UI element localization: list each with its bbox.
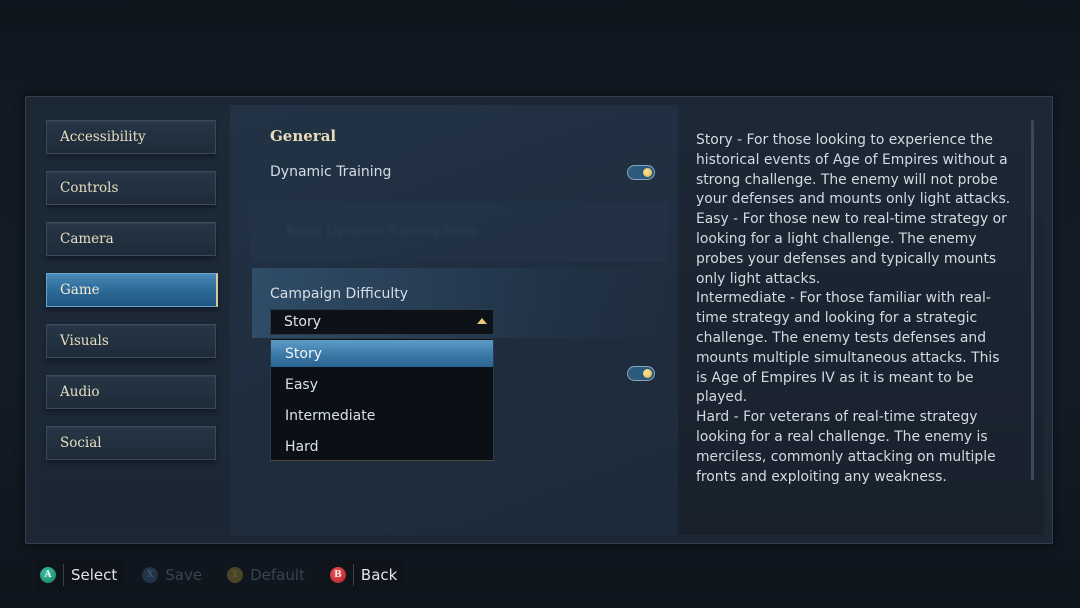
dropdown-option-story[interactable]: Story: [271, 340, 493, 367]
description-scrollbar[interactable]: [1031, 120, 1034, 480]
sidebar-item-visuals[interactable]: Visuals: [46, 324, 216, 358]
controller-hints-bar: A Select X Save Y Default B Back: [36, 560, 405, 590]
chevron-up-icon: [477, 318, 487, 324]
sidebar-item-label: Social: [60, 435, 102, 451]
a-button-icon: A: [40, 567, 56, 583]
section-title-general: General: [270, 127, 337, 145]
sidebar-item-label: Camera: [60, 231, 114, 247]
settings-main-panel: General Dynamic Training Reset Dynamic T…: [230, 105, 678, 535]
back-hint-label: Back: [360, 566, 398, 584]
description-hard: Hard - For veterans of real-time strateg…: [696, 409, 996, 485]
sidebar-item-label: Controls: [60, 180, 119, 196]
sidebar-item-accessibility[interactable]: Accessibility: [46, 120, 216, 154]
default-hint-button[interactable]: Y Default: [223, 560, 312, 590]
save-hint-label: Save: [165, 566, 203, 584]
difficulty-description: Story - For those looking to experience …: [696, 131, 1012, 487]
reset-hints-row[interactable]: Reset Dynamic Training Hints: [250, 202, 668, 262]
save-hint-button[interactable]: X Save: [138, 560, 209, 590]
x-button-icon: X: [142, 567, 159, 583]
campaign-difficulty-options: Story Easy Intermediate Hard: [270, 338, 494, 461]
description-intermediate: Intermediate - For those familiar with r…: [696, 290, 1000, 406]
description-panel: Story - For those looking to experience …: [678, 105, 1044, 535]
sidebar-item-audio[interactable]: Audio: [46, 375, 216, 409]
dropdown-option-easy[interactable]: Easy: [271, 371, 493, 398]
setting-toggle[interactable]: [627, 366, 655, 381]
sidebar-item-label: Visuals: [60, 333, 109, 349]
toggle-knob: [643, 369, 652, 378]
description-story: Story - For those looking to experience …: [696, 132, 1011, 208]
dropdown-option-intermediate[interactable]: Intermediate: [271, 402, 493, 429]
sidebar-item-social[interactable]: Social: [46, 426, 216, 460]
select-hint-label: Select: [71, 566, 118, 584]
dynamic-training-label: Dynamic Training: [270, 164, 392, 180]
description-easy: Easy - For those new to real-time strate…: [696, 211, 1007, 287]
dropdown-selected-value: Story: [284, 314, 321, 330]
toggle-knob: [643, 168, 652, 177]
back-hint-button[interactable]: B Back: [325, 560, 405, 590]
sidebar-item-camera[interactable]: Camera: [46, 222, 216, 256]
hint-separator: [63, 564, 64, 586]
settings-sidebar: Accessibility Controls Camera Game Visua…: [34, 105, 230, 535]
select-hint-button[interactable]: A Select: [36, 560, 125, 590]
campaign-difficulty-dropdown[interactable]: Story: [270, 309, 494, 335]
reset-hints-label: Reset Dynamic Training Hints: [286, 224, 477, 239]
sidebar-item-label: Audio: [60, 384, 100, 400]
sidebar-item-game[interactable]: Game: [46, 273, 218, 307]
dynamic-training-toggle[interactable]: [627, 165, 655, 180]
default-hint-label: Default: [250, 566, 305, 584]
hint-separator: [352, 564, 354, 586]
dropdown-option-hard[interactable]: Hard: [271, 433, 493, 460]
sidebar-item-label: Game: [60, 282, 100, 298]
sidebar-item-controls[interactable]: Controls: [46, 171, 216, 205]
sidebar-item-label: Accessibility: [60, 129, 146, 145]
b-button-icon: B: [329, 567, 346, 583]
campaign-difficulty-label: Campaign Difficulty: [270, 286, 408, 302]
y-button-icon: Y: [227, 567, 244, 583]
